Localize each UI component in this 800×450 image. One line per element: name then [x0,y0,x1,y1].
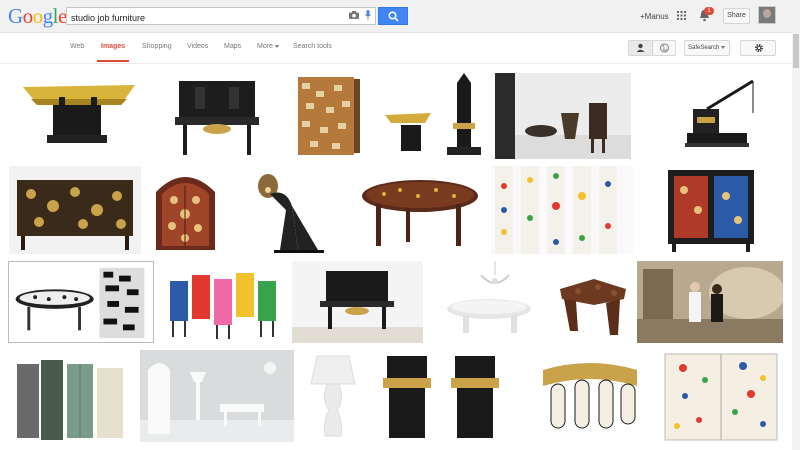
scrollbar-thumb[interactable] [793,34,799,68]
image-result-people-gallery[interactable] [637,261,783,343]
image-result-arched-cabinet[interactable] [148,166,223,254]
result-image [640,166,783,254]
logo-letter: g [42,4,54,28]
apps-grid-icon[interactable] [677,11,686,20]
image-result-white-chandelier-table[interactable] [429,261,547,343]
tab-shopping[interactable]: Shopping [142,43,172,50]
tab-search-tools[interactable]: Search tools [293,43,332,50]
result-image [282,73,374,159]
avatar[interactable] [758,6,776,24]
public-results-button[interactable] [653,41,676,55]
result-image [148,166,223,254]
globe-icon [660,43,669,53]
result-image [554,261,631,343]
image-result-gold-pattern-cabinet[interactable] [282,73,374,159]
result-image [637,261,783,343]
image-result-mosaic-oval-table[interactable] [356,166,484,254]
share-button[interactable]: Share [723,8,750,24]
image-result-brown-rock-table[interactable] [554,261,631,343]
tab-images[interactable]: Images [96,43,130,62]
result-image [9,73,148,159]
tab-more-label: More [257,43,273,50]
result-image [371,350,514,442]
result-image [9,350,133,442]
search-box[interactable] [66,7,376,26]
image-result-key-shaped-object[interactable] [529,350,651,442]
image-result-wide-pattern-cabinet[interactable] [9,166,141,254]
image-result-black-cabinet-table[interactable] [155,73,276,159]
results-toggle [628,40,676,56]
safesearch-label: SafeSearch [688,45,720,51]
private-results-button[interactable] [629,41,653,55]
logo-letter: G [8,4,23,28]
chevron-down-icon [721,45,726,49]
chevron-down-icon [274,44,279,48]
result-image [491,166,634,254]
image-result-eiffel-lamp[interactable] [230,166,349,254]
search-input[interactable] [67,10,341,26]
person-icon [636,43,645,52]
image-result-tower-table-set[interactable] [381,73,488,159]
tab-videos[interactable]: Videos [187,43,208,50]
image-result-painted-cabinet[interactable] [659,350,783,442]
image-result-bw-table-cabinet[interactable] [8,261,154,343]
image-result-colored-chairs[interactable] [160,261,286,343]
logo-letter: o [32,4,44,28]
tab-more[interactable]: More [257,43,279,50]
logo-letter: o [22,4,34,28]
tab-maps[interactable]: Maps [224,43,241,50]
result-image [529,350,651,442]
search-button[interactable] [378,7,408,25]
image-result-crane-sculpture[interactable] [637,73,783,159]
result-image [637,73,783,159]
image-result-gallery-chairs[interactable] [495,73,631,159]
result-image [292,261,423,343]
scrollbar[interactable] [792,32,800,450]
image-result-white-table-lamp[interactable] [301,350,365,442]
camera-icon[interactable] [349,11,359,19]
top-bar: Google +Manus 1 Share [0,0,800,33]
result-image [356,166,484,254]
safesearch-dropdown[interactable]: SafeSearch [684,40,730,56]
image-result-white-room[interactable] [140,350,294,442]
image-result-black-console-table[interactable] [292,261,423,343]
result-image [659,350,783,442]
result-image [381,73,488,159]
image-result-colorful-wardrobe[interactable] [640,166,783,254]
notification-badge: 1 [704,7,714,15]
result-image [9,262,153,342]
microphone-icon[interactable] [365,10,371,20]
gear-icon [755,44,763,52]
result-image [429,261,547,343]
search-icon [388,11,399,22]
image-result-locker-cabinets[interactable] [9,350,133,442]
user-link[interactable]: +Manus [640,12,669,21]
google-logo[interactable]: Google [8,5,67,27]
result-image [140,350,294,442]
settings-button[interactable] [740,40,776,56]
nav-bar: Web Images Shopping Videos Maps More Sea… [0,33,792,64]
result-image [160,261,286,343]
image-result-painted-panels[interactable] [491,166,634,254]
result-image [301,350,365,442]
result-image [230,166,349,254]
result-image [155,73,276,159]
tab-web[interactable]: Web [70,43,84,50]
result-image [495,73,631,159]
image-result-black-gold-towers[interactable] [371,350,514,442]
image-result-gold-table-house[interactable] [9,73,148,159]
result-image [9,166,141,254]
